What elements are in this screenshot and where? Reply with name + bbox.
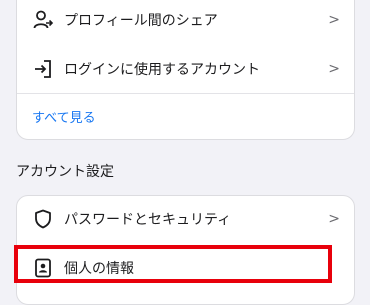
login-arrow-icon [32,58,54,80]
divider [17,93,354,94]
chevron-right-icon: > [328,211,340,227]
profile-sharing-label: プロフィール間のシェア [64,13,218,29]
login-accounts-row[interactable]: ログインに使用するアカウント > [17,46,354,92]
personal-info-label: 個人の情報 [64,261,134,277]
personal-info-row[interactable]: 個人の情報 [17,245,354,291]
id-card-icon [32,257,54,279]
password-security-row[interactable]: パスワードとセキュリティ > [17,196,354,242]
chevron-right-icon: > [328,12,340,28]
see-all-link[interactable]: すべて見る [32,107,96,126]
shield-icon [32,208,54,230]
profile-sharing-row[interactable]: プロフィール間のシェア > [17,0,354,43]
password-security-label: パスワードとセキュリティ [64,212,232,228]
chevron-right-icon: > [328,61,340,77]
account-settings-heading: アカウント設定 [16,164,114,180]
person-share-icon [32,9,54,31]
connected-experiences-card: プロフィール間のシェア > ログインに使用するアカウント > すべて見る [16,0,355,140]
login-accounts-label: ログインに使用するアカウント [64,62,260,78]
